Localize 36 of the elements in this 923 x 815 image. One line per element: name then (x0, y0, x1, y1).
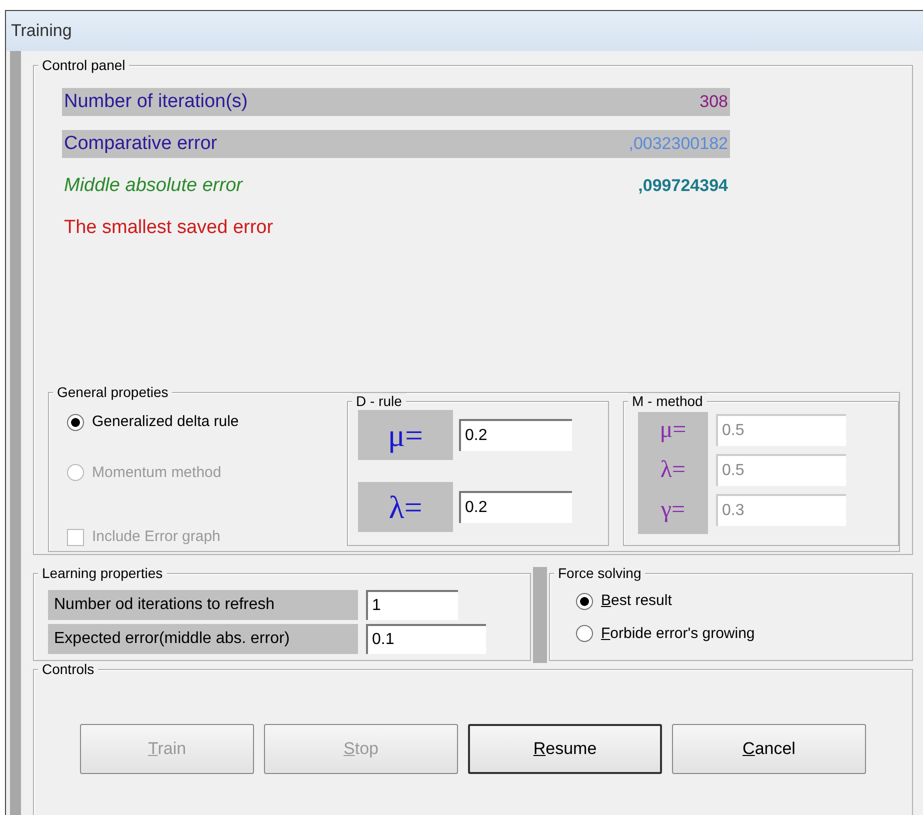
parameter-symbol: μ= (358, 410, 453, 460)
parameter-symbol: λ= (659, 456, 687, 485)
radio-label: Forbide error's growing (601, 624, 755, 644)
group-title: General propeties (53, 384, 172, 400)
stat-value: ,0032300182 (628, 133, 728, 156)
field-label: Expected error(middle abs. error) (48, 624, 358, 654)
radio-label: Momentum method (92, 462, 222, 482)
group-title: Controls (38, 661, 98, 677)
stat-value: 308 (700, 91, 728, 114)
stat-label: Number of iteration(s) (64, 90, 248, 114)
radio-button[interactable] (67, 414, 84, 431)
group-title: D - rule (352, 393, 406, 409)
group-title: M - method (628, 393, 707, 409)
checkbox-label: Include Error graph (92, 527, 220, 547)
group-title: Learning properties (38, 565, 167, 581)
radio-label: Best result (601, 591, 672, 611)
parameter-symbol: λ= (358, 482, 453, 532)
stat-label: Middle absolute error (64, 174, 242, 198)
group-title: Force solving (554, 565, 646, 581)
dialog-button[interactable]: Cancel (672, 724, 866, 774)
stat-label: Comparative error (64, 132, 218, 156)
radio-label: Generalized delta rule (92, 412, 239, 432)
window-title: Training (11, 20, 72, 42)
group-title: Control panel (38, 57, 130, 73)
radio-button[interactable] (576, 625, 593, 642)
parameter-field[interactable]: 0.2 (459, 419, 572, 451)
dialog-button[interactable]: Resume (468, 724, 662, 774)
field-label: Number od iterations to refresh (48, 590, 358, 620)
stat-value: ,099724394 (638, 175, 728, 198)
radio-button[interactable] (576, 592, 593, 610)
parameter-symbol: μ= (658, 416, 688, 445)
parameter-field[interactable]: 0.2 (459, 491, 572, 523)
parameter-symbol: γ= (660, 496, 686, 525)
text-field[interactable]: 0.1 (366, 624, 486, 654)
stat-label: The smallest saved error (64, 216, 274, 240)
text-field[interactable]: 1 (366, 590, 458, 620)
